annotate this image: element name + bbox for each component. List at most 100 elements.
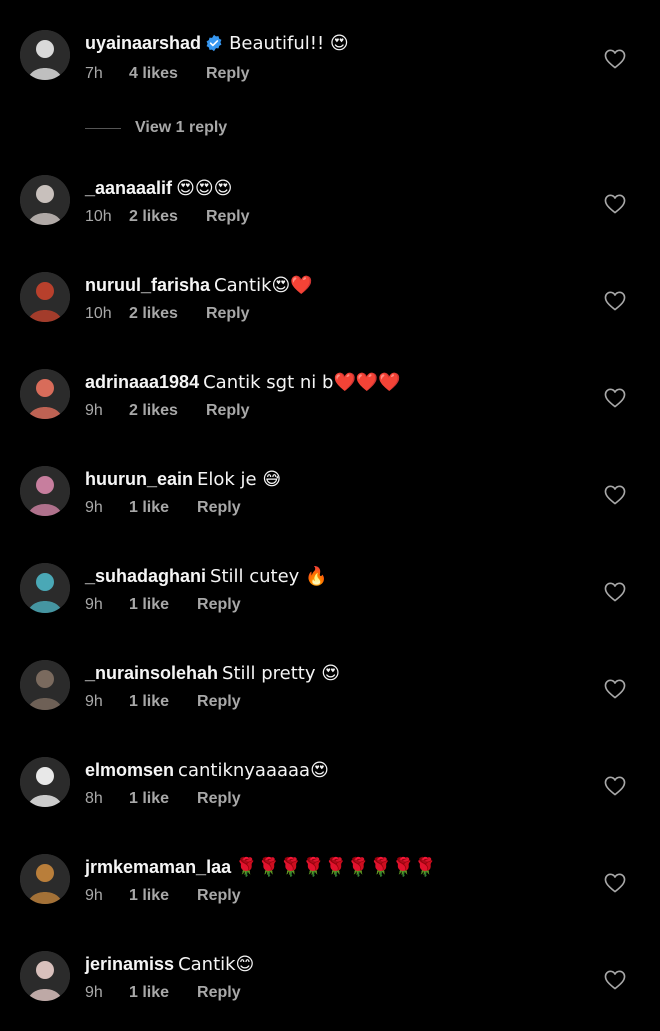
avatar[interactable]: [20, 466, 70, 516]
like-count[interactable]: 2 likes: [129, 305, 178, 323]
like-count[interactable]: 2 likes: [129, 402, 178, 420]
reply-button[interactable]: Reply: [197, 499, 241, 517]
username[interactable]: elmomsen: [85, 760, 174, 780]
comment-line: jrmkemaman_laa 🌹🌹🌹🌹🌹🌹🌹🌹🌹: [85, 854, 580, 881]
reply-button[interactable]: Reply: [206, 208, 250, 226]
comment-body: _aanaaalif 😍😍😍 10h 2 likes Reply: [85, 175, 580, 226]
avatar[interactable]: [20, 369, 70, 419]
heart-icon: [604, 582, 626, 606]
comment-meta: 10h 2 likes Reply: [85, 305, 580, 323]
comment-body: _suhadaghani Still cutey 🔥 9h 1 like Reply: [85, 563, 580, 614]
like-button[interactable]: [604, 970, 626, 990]
avatar[interactable]: [20, 757, 70, 807]
heart-icon: [604, 291, 626, 315]
username[interactable]: adrinaaa1984: [85, 372, 199, 392]
like-count[interactable]: 1 like: [129, 887, 169, 905]
like-button[interactable]: [604, 194, 626, 214]
avatar[interactable]: [20, 951, 70, 1001]
like-count[interactable]: 2 likes: [129, 208, 178, 226]
heart-icon: [604, 970, 626, 994]
heart-icon: [604, 194, 626, 218]
reply-button[interactable]: Reply: [197, 984, 241, 1002]
like-button[interactable]: [604, 776, 626, 796]
reply-button[interactable]: Reply: [197, 790, 241, 808]
comment-line: _nurainsolehah Still pretty 😍: [85, 660, 580, 687]
timestamp: 9h: [85, 984, 103, 1001]
verified-badge-icon: [205, 33, 223, 59]
comment-line: elmomsen cantiknyaaaaa😍: [85, 757, 580, 784]
heart-icon: [604, 49, 626, 73]
comment-meta: 9h 1 like Reply: [85, 693, 580, 711]
username[interactable]: jerinamiss: [85, 954, 174, 974]
comment-line: _suhadaghani Still cutey 🔥: [85, 563, 580, 590]
comment-line: huurun_eain Elok je 😅: [85, 466, 580, 493]
comment-text: 🌹🌹🌹🌹🌹🌹🌹🌹🌹: [235, 857, 437, 878]
reply-button[interactable]: Reply: [197, 596, 241, 614]
timestamp: 7h: [85, 65, 103, 82]
heart-icon: [604, 776, 626, 800]
view-replies-label: View 1 reply: [135, 119, 228, 136]
like-count[interactable]: 1 like: [129, 790, 169, 808]
reply-button[interactable]: Reply: [206, 402, 250, 420]
comment-row: nuruul_farisha Cantik😍❤️ 10h 2 likes Reply: [0, 272, 660, 352]
reply-button[interactable]: Reply: [197, 887, 241, 905]
username[interactable]: _suhadaghani: [85, 566, 206, 586]
username[interactable]: uyainaarshad: [85, 33, 201, 53]
comment-text: Still cutey 🔥: [210, 566, 328, 587]
heart-icon: [604, 388, 626, 412]
comment-meta: 8h 1 like Reply: [85, 790, 580, 808]
avatar[interactable]: [20, 175, 70, 225]
comment-body: jerinamiss Cantik😊 9h 1 like Reply: [85, 951, 580, 1002]
like-button[interactable]: [604, 388, 626, 408]
timestamp: 10h: [85, 305, 112, 322]
comment-meta: 9h 1 like Reply: [85, 596, 580, 614]
avatar[interactable]: [20, 272, 70, 322]
username[interactable]: jrmkemaman_laa: [85, 857, 231, 877]
avatar[interactable]: [20, 563, 70, 613]
comment-body: adrinaaa1984 Cantik sgt ni b❤️❤️❤️ 9h 2 lik…: [85, 369, 580, 420]
comment-body: jrmkemaman_laa 🌹🌹🌹🌹🌹🌹🌹🌹🌹 9h 1 like Reply: [85, 854, 580, 905]
avatar[interactable]: [20, 660, 70, 710]
reply-button[interactable]: Reply: [206, 305, 250, 323]
reply-button[interactable]: Reply: [206, 65, 250, 83]
like-count[interactable]: 1 like: [129, 984, 169, 1002]
like-button[interactable]: [604, 291, 626, 311]
like-button[interactable]: [604, 873, 626, 893]
comment-text: Cantik sgt ni b❤️❤️❤️: [203, 372, 401, 393]
like-button[interactable]: [604, 679, 626, 699]
avatar[interactable]: [20, 854, 70, 904]
comment-row: adrinaaa1984 Cantik sgt ni b❤️❤️❤️ 9h 2 lik…: [0, 369, 660, 449]
like-count[interactable]: 4 likes: [129, 65, 178, 83]
username[interactable]: _aanaaalif: [85, 178, 172, 198]
reply-thread-divider: [85, 127, 121, 129]
comment-text: cantiknyaaaaa😍: [178, 760, 329, 781]
comment-line: _aanaaalif 😍😍😍: [85, 175, 580, 202]
like-button[interactable]: [604, 485, 626, 505]
heart-icon: [604, 679, 626, 703]
comment-text: Cantik😍❤️: [214, 275, 313, 296]
username[interactable]: huurun_eain: [85, 469, 193, 489]
like-button[interactable]: [604, 582, 626, 602]
comment-row: jrmkemaman_laa 🌹🌹🌹🌹🌹🌹🌹🌹🌹 9h 1 like Reply: [0, 854, 660, 934]
username[interactable]: _nurainsolehah: [85, 663, 218, 683]
comment-meta: 9h 2 likes Reply: [85, 402, 580, 420]
like-count[interactable]: 1 like: [129, 596, 169, 614]
like-count[interactable]: 1 like: [129, 499, 169, 517]
comment-body: elmomsen cantiknyaaaaa😍 8h 1 like Reply: [85, 757, 580, 808]
like-button[interactable]: [604, 49, 626, 69]
comment-text: Beautiful!! 😍: [229, 33, 349, 54]
comment-text: 😍😍😍: [176, 178, 233, 199]
view-replies-button[interactable]: View 1 reply: [85, 119, 227, 137]
comment-meta: 9h 1 like Reply: [85, 499, 580, 517]
reply-button[interactable]: Reply: [197, 693, 241, 711]
comment-row: elmomsen cantiknyaaaaa😍 8h 1 like Reply: [0, 757, 660, 837]
heart-icon: [604, 873, 626, 897]
username[interactable]: nuruul_farisha: [85, 275, 210, 295]
comment-text: Still pretty 😍: [222, 663, 340, 684]
comment-row: jerinamiss Cantik😊 9h 1 like Reply: [0, 951, 660, 1031]
comment-body: uyainaarshad Beautiful!! 😍 7h 4 likes Reply: [85, 30, 580, 83]
timestamp: 9h: [85, 693, 103, 710]
avatar[interactable]: [20, 30, 70, 80]
like-count[interactable]: 1 like: [129, 693, 169, 711]
comment-row: uyainaarshad Beautiful!! 😍 7h 4 likes Reply: [0, 30, 660, 110]
